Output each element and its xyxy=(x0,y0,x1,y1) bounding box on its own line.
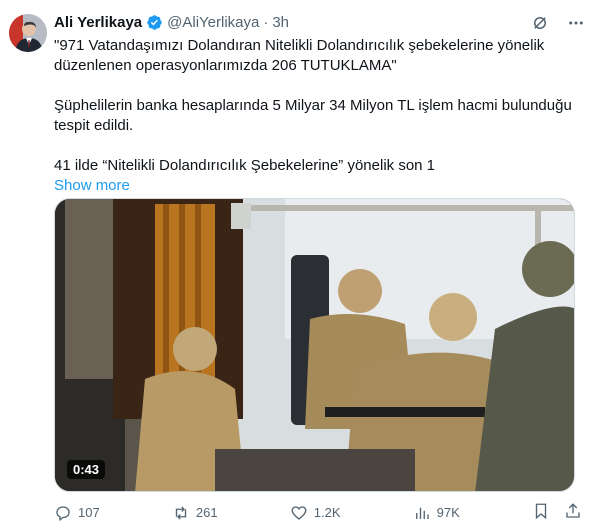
video-player[interactable]: 0:43 xyxy=(54,198,575,492)
avatar[interactable] xyxy=(9,14,47,52)
more-icon[interactable] xyxy=(566,13,586,33)
views-icon xyxy=(415,507,429,519)
separator-dot: · xyxy=(263,13,269,31)
grok-icon[interactable] xyxy=(530,13,550,33)
reply-button[interactable]: 107 xyxy=(54,504,100,521)
views-count: 97K xyxy=(436,505,460,520)
bookmark-button[interactable] xyxy=(532,502,550,521)
bookmark-icon xyxy=(535,503,547,519)
tweet-header: Ali Yerlikaya @AliYerlikaya · 3h xyxy=(54,12,289,32)
like-button[interactable]: 1.2K xyxy=(290,504,341,521)
tweet-paragraph-3: 41 ilde “Nitelikli Dolandırıcılık Şebeke… xyxy=(54,157,436,174)
repost-count: 261 xyxy=(195,505,218,520)
tweet-paragraph-1: "971 Vatandaşımızı Dolandıran Nitelikli … xyxy=(54,37,545,74)
show-more-link[interactable]: Show more xyxy=(54,176,130,196)
tweet[interactable]: Ali Yerlikaya @AliYerlikaya · 3h "971 Va… xyxy=(0,0,598,521)
repost-button[interactable]: 261 xyxy=(172,504,218,521)
tweet-paragraph-2: Şüphelilerin banka hesaplarında 5 Milyar… xyxy=(54,97,572,134)
share-icon xyxy=(566,502,580,518)
views-button[interactable]: 97K xyxy=(413,504,460,521)
verified-badge-icon xyxy=(146,14,163,31)
like-icon xyxy=(291,506,307,520)
tweet-text: "971 Vatandaşımızı Dolandıran Nitelikli … xyxy=(54,36,574,196)
tweet-top-actions xyxy=(530,13,586,33)
right-actions xyxy=(532,502,582,521)
author-handle[interactable]: @AliYerlikaya xyxy=(167,14,259,31)
tweet-actions: 107 261 1.2K 97K xyxy=(54,502,582,521)
video-duration: 0:43 xyxy=(67,460,106,479)
repost-icon xyxy=(175,506,187,520)
reply-count: 107 xyxy=(78,505,100,520)
share-button[interactable] xyxy=(564,502,582,521)
author-name[interactable]: Ali Yerlikaya xyxy=(54,14,142,31)
video-thumbnail xyxy=(55,199,574,491)
reply-icon xyxy=(56,506,70,521)
like-count: 1.2K xyxy=(313,505,341,520)
timestamp[interactable]: 3h xyxy=(272,14,289,31)
